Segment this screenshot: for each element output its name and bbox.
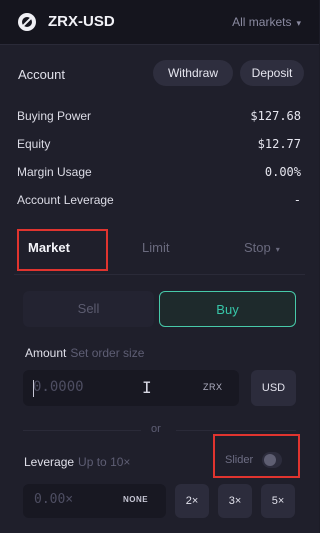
dydx-logo-icon bbox=[18, 13, 36, 31]
leverage-label-text: Leverage bbox=[24, 455, 75, 469]
amount-placeholder: 0.0000 bbox=[33, 379, 84, 395]
buying-power-value: $127.68 bbox=[250, 109, 301, 123]
deposit-button[interactable]: Deposit bbox=[240, 60, 304, 86]
market-pair-title[interactable]: ZRX-USD bbox=[48, 13, 115, 30]
leverage-hint: Up to 10× bbox=[78, 455, 131, 469]
header-bar: ZRX-USD All markets ▾ bbox=[0, 0, 319, 45]
slider-label: Slider bbox=[225, 454, 254, 466]
tab-divider bbox=[14, 274, 305, 275]
buying-power-label: Buying Power bbox=[17, 109, 92, 123]
leverage-3x-button[interactable]: 3× bbox=[218, 484, 252, 518]
leverage-none-button[interactable]: NONE bbox=[123, 495, 148, 504]
text-caret bbox=[33, 380, 34, 397]
account-label: Account bbox=[18, 67, 65, 82]
amount-hint: Set order size bbox=[70, 346, 145, 360]
buy-button[interactable]: Buy bbox=[159, 291, 296, 327]
sell-button[interactable]: Sell bbox=[23, 291, 154, 327]
all-markets-dropdown[interactable]: All markets ▾ bbox=[232, 15, 301, 29]
usd-toggle-button[interactable]: USD bbox=[251, 370, 296, 406]
chevron-down-icon: ▾ bbox=[275, 245, 280, 254]
margin-usage-label: Margin Usage bbox=[17, 165, 92, 179]
withdraw-button[interactable]: Withdraw bbox=[153, 60, 233, 86]
or-divider-right bbox=[176, 430, 296, 431]
equity-value: $12.77 bbox=[257, 137, 301, 151]
leverage-2x-button[interactable]: 2× bbox=[175, 484, 209, 518]
text-cursor-icon: I bbox=[142, 378, 152, 397]
tab-limit[interactable]: Limit bbox=[142, 240, 169, 255]
slider-toggle-knob bbox=[264, 454, 276, 466]
all-markets-label: All markets bbox=[232, 15, 292, 29]
or-divider-left bbox=[23, 430, 141, 431]
amount-label: Amount Set order size bbox=[25, 346, 144, 360]
tab-stop-label: Stop bbox=[244, 240, 271, 255]
tab-stop[interactable]: Stop ▾ bbox=[244, 240, 280, 255]
tab-market[interactable]: Market bbox=[28, 240, 70, 255]
leverage-5x-button[interactable]: 5× bbox=[261, 484, 295, 518]
leverage-label: Leverage Up to 10× bbox=[24, 455, 130, 469]
amount-unit-tag: ZRX bbox=[203, 382, 223, 392]
account-leverage-label: Account Leverage bbox=[17, 193, 114, 207]
amount-label-text: Amount bbox=[25, 346, 67, 360]
chevron-down-icon: ▾ bbox=[296, 18, 301, 28]
leverage-placeholder: 0.00× bbox=[34, 492, 74, 507]
or-label: or bbox=[151, 423, 161, 435]
margin-usage-value: 0.00% bbox=[264, 165, 301, 179]
account-leverage-value: - bbox=[293, 193, 301, 207]
equity-label: Equity bbox=[17, 137, 51, 151]
